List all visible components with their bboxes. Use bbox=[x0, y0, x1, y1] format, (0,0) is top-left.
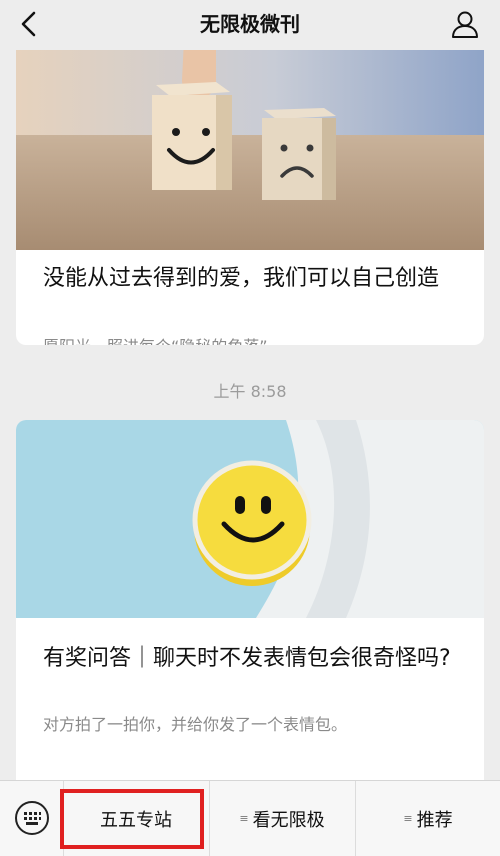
article-title[interactable]: 有奖问答｜聊天时不发表情包会很奇怪吗? bbox=[43, 642, 460, 676]
submenu-icon: ≡ bbox=[239, 812, 249, 825]
submenu-icon: ≡ bbox=[403, 812, 413, 825]
article-subtitle: 愿阳光，照进每个“隐秘的角落”。 bbox=[43, 336, 460, 345]
page-title: 无限极微刊 bbox=[200, 12, 300, 36]
article-card[interactable]: 有奖问答｜聊天时不发表情包会很奇怪吗? 对方拍了一拍你，并给你发了一个表情包。 bbox=[16, 420, 484, 780]
person-icon[interactable] bbox=[450, 9, 480, 39]
bottom-menu-bar: 五五专站 ≡ 看无限极 ≡ 推荐 bbox=[0, 780, 500, 856]
article-cover-image bbox=[16, 50, 484, 250]
message-feed[interactable]: 没能从过去得到的爱，我们可以自己创造 愿阳光，照进每个“隐秘的角落”。 上午 8… bbox=[0, 50, 500, 780]
keyboard-icon[interactable] bbox=[14, 800, 50, 836]
article-cover-image bbox=[16, 420, 484, 618]
menu-item-tuijian[interactable]: ≡ 推荐 bbox=[356, 781, 500, 856]
highlight-box bbox=[60, 789, 204, 849]
menu-item-kan-wuxianji[interactable]: ≡ 看无限极 bbox=[210, 781, 354, 856]
message-timestamp: 上午 8:58 bbox=[213, 382, 287, 401]
article-title[interactable]: 没能从过去得到的爱，我们可以自己创造 bbox=[43, 262, 460, 296]
article-card[interactable]: 没能从过去得到的爱，我们可以自己创造 愿阳光，照进每个“隐秘的角落”。 bbox=[16, 50, 484, 345]
menu-item-label: 看无限极 bbox=[252, 809, 325, 831]
top-bar: 无限极微刊 bbox=[0, 0, 500, 50]
article-subtitle: 对方拍了一拍你，并给你发了一个表情包。 bbox=[43, 715, 348, 734]
menu-item-label: 推荐 bbox=[416, 809, 453, 831]
